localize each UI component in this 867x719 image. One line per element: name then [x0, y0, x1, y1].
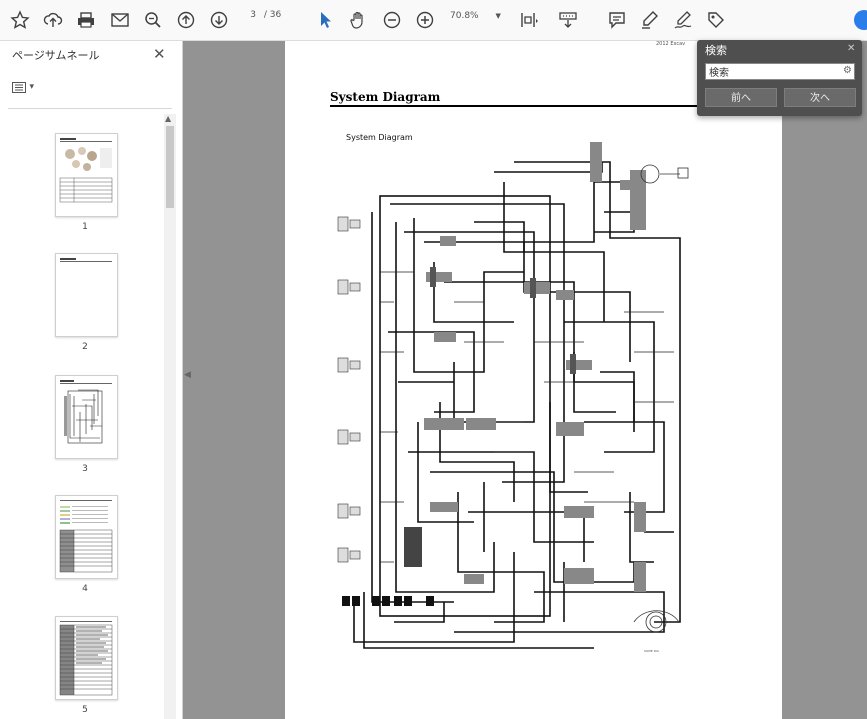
thumbnail-label-2: 2: [82, 342, 88, 352]
chevron-down-icon: ▼: [495, 12, 501, 20]
sidebar-scrollbar[interactable]: ▲: [164, 114, 176, 719]
gear-icon[interactable]: ⚙: [843, 65, 852, 76]
find-previous-button[interactable]: 前へ: [705, 88, 777, 107]
comment-icon[interactable]: [605, 8, 629, 32]
thumbnail-label-1: 1: [82, 222, 88, 232]
zoom-minus-icon[interactable]: [380, 8, 404, 32]
page-down-icon[interactable]: [207, 8, 231, 32]
list-options-icon: [12, 82, 26, 93]
select-cursor-icon[interactable]: [313, 8, 337, 32]
zoom-plus-icon[interactable]: [413, 8, 437, 32]
thumbnail-label-3: 3: [82, 464, 88, 474]
zoom-select[interactable]: 70.8% ▼: [450, 11, 501, 21]
heading-rule: [330, 105, 702, 107]
find-panel: 検索 ✕ ⚙ 前へ 次へ: [697, 40, 862, 116]
thumbnail-label-5: 5: [82, 705, 88, 715]
highlight-pen-icon[interactable]: [638, 8, 662, 32]
zoom-level: 70.8%: [450, 11, 479, 21]
scrollbar-thumb[interactable]: [166, 126, 174, 208]
scroll-up-arrow-icon[interactable]: ▲: [165, 114, 171, 123]
sidebar-divider: [8, 108, 172, 109]
page-separator: /: [263, 10, 267, 20]
system-diagram: SOME DIA: [337, 142, 689, 653]
mail-icon[interactable]: [108, 8, 132, 32]
share-tag-icon[interactable]: [704, 8, 728, 32]
sign-icon[interactable]: [671, 8, 695, 32]
print-icon[interactable]: [74, 8, 98, 32]
account-avatar[interactable]: [854, 10, 867, 30]
close-icon[interactable]: ✕: [153, 45, 166, 63]
page-thumbnail-5[interactable]: [55, 616, 118, 700]
find-next-button[interactable]: 次へ: [784, 88, 856, 107]
chevron-down-icon: ▾: [29, 82, 35, 92]
page-thumbnail-4[interactable]: [55, 495, 118, 579]
diagram-subtitle: System Diagram: [346, 133, 413, 142]
current-page-input[interactable]: 3: [244, 10, 256, 20]
sidebar-title: ページサムネール: [12, 49, 100, 62]
page-heading: System Diagram: [330, 90, 441, 104]
page-thumbnail-1[interactable]: [55, 133, 118, 217]
page-header-fragment: 2012 Excav: [656, 41, 686, 47]
page-up-icon[interactable]: [174, 8, 198, 32]
page-indicator[interactable]: 3 / 36: [244, 10, 281, 20]
fit-page-icon[interactable]: [516, 8, 540, 32]
keyboard-icon[interactable]: [556, 8, 580, 32]
total-pages: 36: [269, 10, 282, 20]
svg-text:SOME DIA: SOME DIA: [644, 649, 660, 653]
page-thumbnail-3[interactable]: [55, 375, 118, 459]
thumbnail-label-4: 4: [82, 584, 88, 594]
toolbar: 3 / 36 70.8% ▼: [0, 0, 867, 41]
close-icon[interactable]: ✕: [847, 43, 855, 54]
star-icon[interactable]: [8, 8, 32, 32]
upload-icon[interactable]: [41, 8, 65, 32]
zoom-out-magnifier-icon[interactable]: [141, 8, 165, 32]
thumbnail-options-button[interactable]: ▾: [12, 82, 34, 96]
collapse-sidebar-icon[interactable]: ◀: [184, 370, 194, 400]
find-input[interactable]: [705, 63, 855, 80]
hand-icon[interactable]: [346, 8, 370, 32]
thumbnail-sidebar: ページサムネール ✕ ▾ ▲ 1 2 3 4 5: [0, 41, 183, 719]
page-thumbnail-2[interactable]: [55, 253, 118, 337]
find-panel-title: 検索: [705, 44, 727, 57]
